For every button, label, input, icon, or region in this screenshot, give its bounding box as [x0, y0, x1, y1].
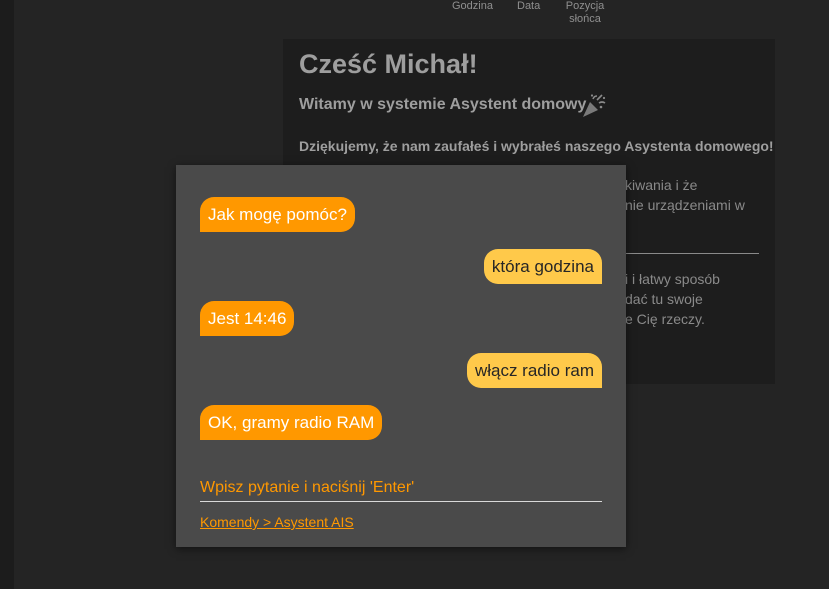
thanks-text: Dziękujemy, że nam zaufałeś i wybrałeś n… — [299, 138, 774, 154]
assistant-message: OK, gramy radio RAM — [200, 405, 383, 440]
welcome-text-fragment: dać tu swoje — [625, 291, 703, 307]
welcome-subtitle: Witamy w systemie Asystent domowy — [299, 96, 587, 113]
commands-link[interactable]: Komendy > Asystent AIS — [200, 514, 354, 530]
party-popper-icon — [583, 94, 606, 117]
assistant-message: Jak mogę pomóc? — [200, 197, 355, 232]
user-message: która godzina — [483, 249, 602, 284]
godzina-label[interactable]: Godzina — [452, 0, 493, 13]
welcome-text-fragment: i i łatwy sposób — [625, 271, 720, 287]
welcome-text-fragment: nie urządzeniami w — [625, 197, 745, 213]
welcome-text-fragment: e Cię rzeczy. — [625, 311, 705, 327]
divider — [613, 253, 759, 254]
welcome-text-fragment: kiwania i że — [625, 177, 698, 193]
left-sidebar-strip — [0, 0, 14, 589]
sun-position-label[interactable]: Pozycja słońca — [557, 0, 613, 26]
data-label[interactable]: Data — [517, 0, 540, 13]
assistant-chat-dialog: Jak mogę pomóc? która godzina Jest 14:46… — [176, 165, 626, 547]
assistant-message: Jest 14:46 — [200, 301, 295, 336]
user-message: włącz radio ram — [466, 353, 602, 388]
sun-position-label-line1: Pozycja — [565, 0, 605, 12]
question-input[interactable] — [200, 475, 602, 502]
sun-position-label-line2: słońca — [569, 13, 601, 25]
welcome-title: Cześć Michał! — [299, 49, 478, 79]
